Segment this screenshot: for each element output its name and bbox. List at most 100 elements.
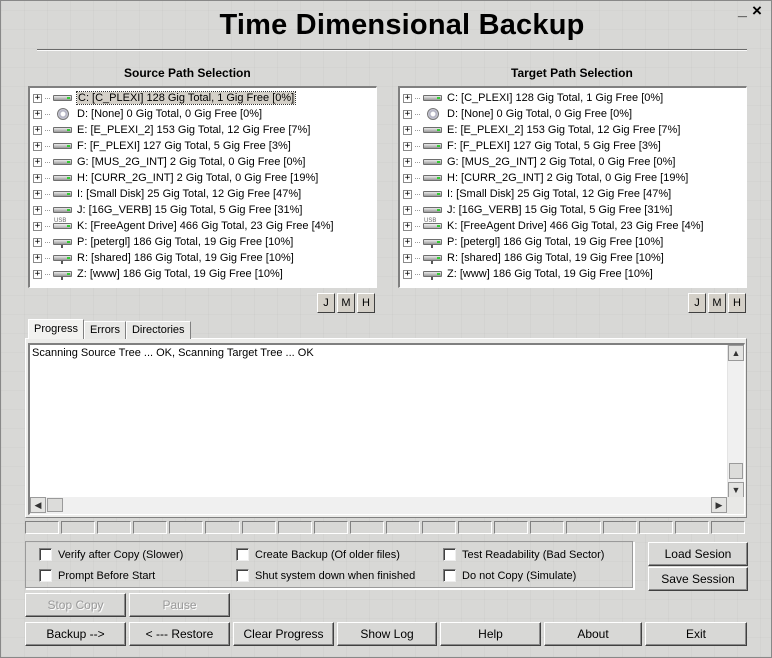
horizontal-scroll-thumb[interactable]: [47, 498, 63, 512]
drive-item[interactable]: + C: [C_PLEXI] 128 Gig Total, 1 Gig Free …: [33, 90, 376, 106]
drive-item[interactable]: + E: [E_PLEXI_2] 153 Gig Total, 12 Gig Fr…: [33, 122, 376, 138]
log-horizontal-scrollbar[interactable]: ◀ ▶: [30, 497, 728, 514]
save-session-button[interactable]: Save Session: [648, 567, 748, 591]
expand-icon[interactable]: +: [33, 269, 42, 279]
drive-item[interactable]: + USB K: [FreeAgent Drive] 466 Gig Total, …: [33, 218, 376, 234]
vertical-scroll-thumb[interactable]: [729, 463, 743, 479]
drive-item[interactable]: + P: [petergl] 186 Gig Total, 19 Gig Free…: [33, 234, 376, 250]
expand-icon[interactable]: +: [403, 157, 412, 167]
target-j-button[interactable]: J: [688, 293, 706, 313]
drive-item[interactable]: + R: [shared] 186 Gig Total, 19 Gig Free …: [403, 250, 746, 266]
pause-button[interactable]: Pause: [129, 593, 230, 617]
drive-item[interactable]: + D: [None] 0 Gig Total, 0 Gig Free [0%]: [403, 106, 746, 122]
expand-icon[interactable]: +: [403, 269, 412, 279]
create-backup-checkbox[interactable]: [236, 548, 249, 561]
backup-button[interactable]: Backup -->: [25, 622, 126, 646]
drive-label: F: [F_PLEXI] 127 Gig Total, 5 Gig Free […: [77, 140, 291, 152]
expand-icon[interactable]: +: [403, 173, 412, 183]
clear-progress-button[interactable]: Clear Progress: [233, 622, 334, 646]
drive-item[interactable]: + Z: [www] 186 Gig Total, 19 Gig Free [10…: [403, 266, 746, 282]
scroll-down-icon[interactable]: ▼: [728, 482, 744, 498]
do-not-copy-option[interactable]: Do not Copy (Simulate): [443, 569, 576, 582]
progress-segment: [241, 521, 276, 534]
prompt-before-start-option[interactable]: Prompt Before Start: [39, 569, 155, 582]
expand-icon[interactable]: +: [403, 221, 412, 231]
drive-item[interactable]: + G: [MUS_2G_INT] 2 Gig Total, 0 Gig Free…: [403, 154, 746, 170]
drive-item[interactable]: + H: [CURR_2G_INT] 2 Gig Total, 0 Gig Fre…: [403, 170, 746, 186]
test-readability-option[interactable]: Test Readability (Bad Sector): [443, 548, 604, 561]
do-not-copy-checkbox[interactable]: [443, 569, 456, 582]
expand-icon[interactable]: +: [33, 173, 42, 183]
expand-icon[interactable]: +: [33, 205, 42, 215]
create-backup-option[interactable]: Create Backup (Of older files): [236, 548, 400, 561]
progress-segment: [710, 521, 745, 534]
scroll-up-icon[interactable]: ▲: [728, 345, 744, 361]
source-m-button[interactable]: M: [337, 293, 355, 313]
expand-icon[interactable]: +: [403, 93, 412, 103]
drive-item[interactable]: + G: [MUS_2G_INT] 2 Gig Total, 0 Gig Free…: [33, 154, 376, 170]
drive-item[interactable]: + R: [shared] 186 Gig Total, 19 Gig Free …: [33, 250, 376, 266]
drive-item[interactable]: + Z: [www] 186 Gig Total, 19 Gig Free [10…: [33, 266, 376, 282]
exit-button[interactable]: Exit: [645, 622, 747, 646]
drive-item[interactable]: + F: [F_PLEXI] 127 Gig Total, 5 Gig Free …: [33, 138, 376, 154]
drive-item[interactable]: + P: [petergl] 186 Gig Total, 19 Gig Free…: [403, 234, 746, 250]
target-h-button[interactable]: H: [728, 293, 746, 313]
tab-directories[interactable]: Directories: [125, 321, 191, 339]
expand-icon[interactable]: +: [33, 237, 42, 247]
progress-log[interactable]: Scanning Source Tree ... OK, Scanning Ta…: [28, 343, 745, 515]
show-log-button[interactable]: Show Log: [337, 622, 437, 646]
drive-item[interactable]: + J: [16G_VERB] 15 Gig Total, 5 Gig Free …: [33, 202, 376, 218]
drive-item[interactable]: + H: [CURR_2G_INT] 2 Gig Total, 0 Gig Fre…: [33, 170, 376, 186]
expand-icon[interactable]: +: [403, 253, 412, 263]
drive-item[interactable]: + D: [None] 0 Gig Total, 0 Gig Free [0%]: [33, 106, 376, 122]
load-session-button[interactable]: Load Sesion: [648, 542, 748, 566]
verify-after-copy-option[interactable]: Verify after Copy (Slower): [39, 548, 183, 561]
drive-item[interactable]: + F: [F_PLEXI] 127 Gig Total, 5 Gig Free …: [403, 138, 746, 154]
expand-icon[interactable]: +: [33, 253, 42, 263]
expand-icon[interactable]: +: [33, 109, 42, 119]
expand-icon[interactable]: +: [403, 125, 412, 135]
tree-connector: [45, 257, 50, 259]
expand-icon[interactable]: +: [403, 141, 412, 151]
drive-item[interactable]: + E: [E_PLEXI_2] 153 Gig Total, 12 Gig Fr…: [403, 122, 746, 138]
tab-progress[interactable]: Progress: [28, 319, 85, 339]
drive-item[interactable]: + I: [Small Disk] 25 Gig Total, 12 Gig Fr…: [33, 186, 376, 202]
expand-icon[interactable]: +: [403, 237, 412, 247]
source-j-button[interactable]: J: [317, 293, 335, 313]
expand-icon[interactable]: +: [33, 93, 42, 103]
help-button[interactable]: Help: [440, 622, 541, 646]
create-backup-label: Create Backup (Of older files): [255, 548, 400, 561]
drive-item[interactable]: + J: [16G_VERB] 15 Gig Total, 5 Gig Free …: [403, 202, 746, 218]
shutdown-checkbox[interactable]: [236, 569, 249, 582]
scroll-right-icon[interactable]: ▶: [711, 497, 727, 513]
source-h-button[interactable]: H: [357, 293, 375, 313]
verify-after-copy-checkbox[interactable]: [39, 548, 52, 561]
scroll-left-icon[interactable]: ◀: [30, 497, 46, 513]
prompt-before-start-checkbox[interactable]: [39, 569, 52, 582]
test-readability-checkbox[interactable]: [443, 548, 456, 561]
target-m-button[interactable]: M: [708, 293, 726, 313]
source-drive-tree[interactable]: + C: [C_PLEXI] 128 Gig Total, 1 Gig Free …: [28, 86, 377, 288]
shutdown-option[interactable]: Shut system down when finished: [236, 569, 415, 582]
expand-icon[interactable]: +: [403, 205, 412, 215]
expand-icon[interactable]: +: [33, 125, 42, 135]
drive-item[interactable]: + C: [C_PLEXI] 128 Gig Total, 1 Gig Free …: [403, 90, 746, 106]
log-vertical-scrollbar[interactable]: ▲ ▼: [727, 345, 744, 498]
expand-icon[interactable]: +: [403, 109, 412, 119]
about-button[interactable]: About: [544, 622, 642, 646]
stop-copy-button[interactable]: Stop Copy: [25, 593, 126, 617]
tree-connector: [415, 161, 420, 163]
expand-icon[interactable]: +: [33, 221, 42, 231]
hard-drive-icon: [422, 124, 444, 136]
help-label: Help: [478, 627, 503, 641]
target-drive-tree[interactable]: + C: [C_PLEXI] 128 Gig Total, 1 Gig Free …: [398, 86, 747, 288]
expand-icon[interactable]: +: [33, 157, 42, 167]
expand-icon[interactable]: +: [33, 141, 42, 151]
expand-icon[interactable]: +: [33, 189, 42, 199]
drive-item[interactable]: + I: [Small Disk] 25 Gig Total, 12 Gig Fr…: [403, 186, 746, 202]
tab-errors[interactable]: Errors: [84, 321, 126, 339]
drive-item[interactable]: + USB K: [FreeAgent Drive] 466 Gig Total, …: [403, 218, 746, 234]
save-session-label: Save Session: [661, 572, 735, 586]
expand-icon[interactable]: +: [403, 189, 412, 199]
restore-button[interactable]: < --- Restore: [129, 622, 230, 646]
